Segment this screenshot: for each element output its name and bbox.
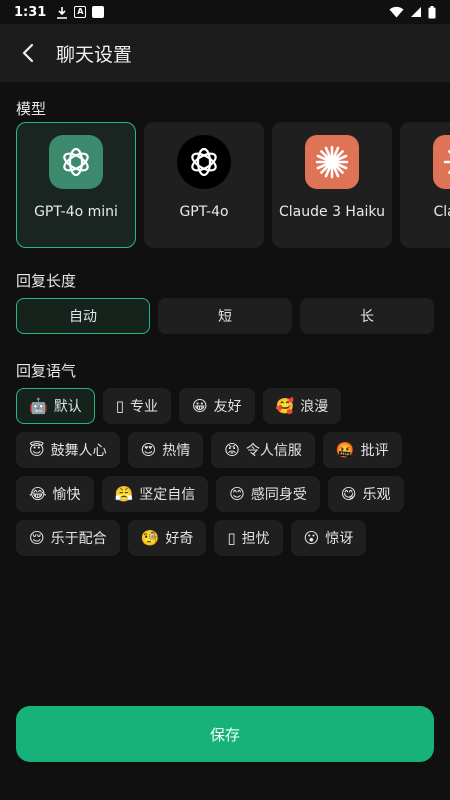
tone-label: 感同身受 [250,487,307,503]
tone-label: 惊讶 [325,531,354,547]
tears-of-joy-face-icon: 😂 [29,485,47,503]
length-option-auto[interactable]: 自动 [16,298,150,334]
smiling-eyes-face-icon: 😊 [229,485,245,503]
length-selector: 自动 短 长 [16,298,434,334]
tone-label: 友好 [213,399,242,415]
tone-chip-curious[interactable]: 🧐 好奇 [127,520,207,556]
battery-icon [428,5,436,18]
app-header: 聊天设置 [0,24,450,82]
tone-chip-critical[interactable]: 🤬 批评 [322,432,402,468]
robot-emoji-icon: 🤖 [29,397,48,415]
missing-glyph-icon: ▯ [115,397,124,415]
tone-chip-cooperative[interactable]: 😌 乐于配合 [16,520,120,556]
model-card-gpt-4o-mini[interactable]: GPT-4o mini [16,122,136,248]
model-card-gpt-4o[interactable]: GPT-4o [144,122,264,248]
model-card-claude-3-haiku[interactable]: Claude 3 Haiku [272,122,392,248]
length-section-label: 回复长度 [16,272,77,290]
page-title: 聊天设置 [56,43,133,66]
status-time: 1:31 [14,4,47,20]
smiling-hearts-face-icon: 🥰 [275,397,295,415]
app-notification-icon: A [74,6,87,18]
tone-chip-inspiring[interactable]: 😇 鼓舞人心 [16,432,120,468]
model-name: GPT-4o mini [34,204,118,220]
heart-eyes-face-icon: 😍 [140,441,157,459]
tone-label: 令人信服 [245,443,302,459]
yum-face-icon: 😋 [340,485,357,503]
monocle-face-icon: 🧐 [140,529,160,547]
model-section-label: 模型 [16,100,47,118]
notification-icon [92,6,105,18]
tone-label: 乐于配合 [50,531,107,547]
tone-label: 专业 [129,399,158,415]
model-name: Claude 3 Haiku [279,204,385,220]
tone-label: 好奇 [165,531,194,547]
tone-chip-worried[interactable]: ▯ 担忧 [214,520,283,556]
tone-chip-persuasive[interactable]: 😡 令人信服 [211,432,315,468]
back-arrow-icon [22,43,34,63]
tone-chip-assertive[interactable]: 😤 坚定自信 [101,476,209,512]
tone-label: 担忧 [241,531,270,547]
cursing-face-icon: 🤬 [335,441,355,459]
relieved-face-icon: 😌 [29,529,45,547]
claude-logo-icon [433,135,450,189]
status-bar: 1:31 A [0,0,450,24]
back-button[interactable] [0,24,56,82]
tone-section-label: 回复语气 [16,362,77,380]
tone-chip-professional[interactable]: ▯ 专业 [102,388,171,424]
angry-face-icon: 😡 [224,441,240,459]
tone-label: 鼓舞人心 [50,443,107,459]
steam-face-icon: 😤 [114,485,134,503]
missing-glyph-icon: ▯ [227,529,236,547]
claude-logo-icon [305,135,359,189]
length-option-short[interactable]: 短 [158,298,292,334]
halo-face-icon: 😇 [29,441,45,459]
surprised-face-icon: 😮 [303,529,320,547]
model-name: Clau So [433,204,450,220]
tone-chip-enthusiastic[interactable]: 😍 热情 [127,432,204,468]
download-icon [57,6,68,19]
signal-icon [411,7,421,17]
tone-label: 热情 [162,443,191,459]
tone-chip-default[interactable]: 🤖 默认 [16,388,95,424]
tone-chip-cheerful[interactable]: 😂 愉快 [16,476,94,512]
tone-chip-empathetic[interactable]: 😊 感同身受 [216,476,320,512]
model-list: GPT-4o mini GPT-4o Claude 3 Haiku Cl [16,122,450,250]
length-option-long[interactable]: 长 [300,298,434,334]
wifi-icon [389,6,404,18]
tone-label: 默认 [53,399,82,415]
tone-label: 乐观 [362,487,391,503]
tone-label: 批评 [360,443,389,459]
tone-chip-friendly[interactable]: 😀 友好 [178,388,255,424]
openai-logo-icon [177,135,231,189]
save-button[interactable]: 保存 [16,706,434,762]
tone-list: 🤖 默认 ▯ 专业 😀 友好 🥰 浪漫 😇 鼓舞人心 😍 热情 😡 令人信服 🤬 批评 😂 愉快 … [16,388,436,556]
tone-label: 浪漫 [300,399,329,415]
model-card-claude-sonnet[interactable]: Clau So [400,122,450,248]
openai-logo-icon [49,135,103,189]
model-name: GPT-4o [179,204,229,220]
tone-chip-surprised[interactable]: 😮 惊讶 [290,520,367,556]
grinning-face-icon: 😀 [191,397,208,415]
tone-chip-optimistic[interactable]: 😋 乐观 [327,476,404,512]
tone-chip-romantic[interactable]: 🥰 浪漫 [262,388,342,424]
tone-label: 愉快 [52,487,81,503]
tone-label: 坚定自信 [139,487,196,503]
